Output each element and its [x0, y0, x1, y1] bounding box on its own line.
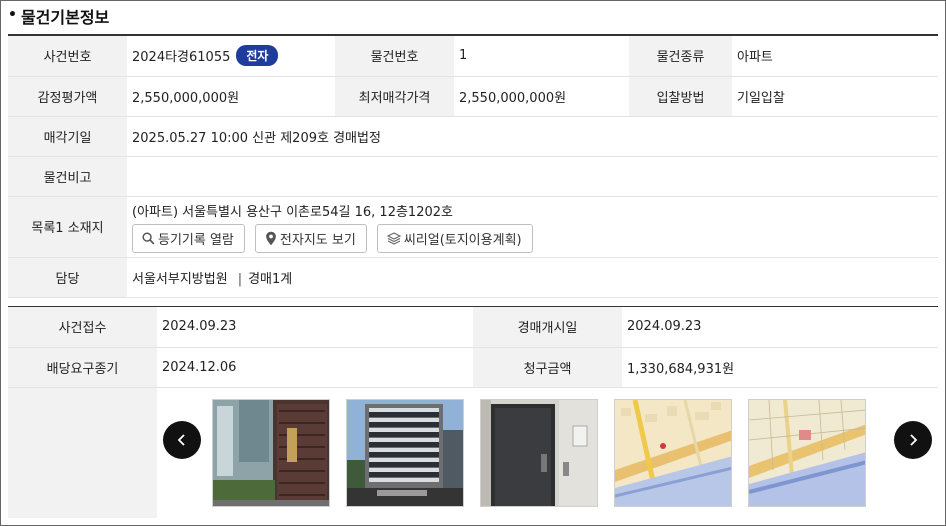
property-info-panel: • 물건기본정보 사건번호 2024타경61055 전자 물건번호 1 물건종류 … [0, 0, 946, 526]
table-row: 감정평가액 2,550,000,000원 최저매각가격 2,550,000,00… [8, 76, 938, 117]
appraisal-label: 감정평가액 [8, 76, 127, 117]
search-icon [142, 231, 155, 244]
photo-thumbnail-4[interactable] [614, 398, 732, 507]
remarks-label: 물건비고 [8, 156, 127, 197]
photo-cell [157, 387, 938, 518]
claim-amount-label: 청구금액 [473, 347, 622, 388]
min-price-label: 최저매각가격 [335, 76, 454, 117]
photo-thumbnail-3[interactable] [480, 398, 598, 507]
map-view-button[interactable]: 전자지도 보기 [254, 223, 367, 253]
location-map-photo [615, 399, 731, 506]
electronic-badge: 전자 [236, 45, 279, 67]
table-row: 매각기일 2025.05.27 10:00 신관 제209호 경매법정 [8, 116, 938, 157]
layers-icon [386, 231, 401, 245]
building-entrance-photo [213, 399, 329, 506]
chevron-right-icon [910, 433, 918, 446]
bid-method-value: 기일입찰 [732, 76, 938, 117]
land-use-plan-label: 씨리얼(토지이용계획) [403, 232, 522, 248]
bid-method-label: 입찰방법 [629, 76, 732, 117]
unit-door-photo [481, 399, 597, 506]
table-row: 사건번호 2024타경61055 전자 물건번호 1 물건종류 아파트 [8, 36, 938, 77]
land-use-plan-button[interactable]: 씨리얼(토지이용계획) [376, 223, 533, 253]
case-received-value: 2024.09.23 [157, 307, 473, 348]
registry-view-label: 등기기록 열람 [158, 232, 234, 248]
claim-amount-value: 1,330,684,931원 [622, 347, 938, 388]
case-number-label: 사건번호 [8, 36, 127, 77]
cadastral-map-photo [749, 399, 865, 506]
photo-thumbnail-2[interactable] [346, 398, 464, 507]
dividend-deadline-value: 2024.12.06 [157, 347, 473, 388]
appraisal-value: 2,550,000,000원 [127, 76, 335, 117]
carousel-prev-button[interactable] [163, 420, 201, 459]
map-pin-icon [266, 231, 276, 245]
manager-cell: 서울서부지방법원 | 경매1계 [127, 257, 938, 298]
location-label: 목록1 소재지 [8, 196, 127, 258]
table-row: 담당 서울서부지방법원 | 경매1계 [8, 257, 938, 298]
sale-date-label: 매각기일 [8, 116, 127, 157]
sale-date-value: 2025.05.27 10:00 신관 제209호 경매법정 [127, 116, 938, 157]
item-number-value: 1 [454, 36, 629, 77]
section-title-text: 물건기본정보 [20, 8, 110, 27]
table-row: 배당요구종기 2024.12.06 청구금액 1,330,684,931원 [8, 347, 938, 388]
map-view-label: 전자지도 보기 [279, 232, 356, 248]
location-address: (아파트) 서울특별시 용산구 이촌로54길 16, 12층1202호 [132, 204, 453, 220]
table-row [8, 387, 938, 518]
manager-separator: | [237, 271, 243, 287]
case-info-table: 사건접수 2024.09.23 경매개시일 2024.09.23 배당요구종기 … [8, 307, 938, 518]
photo-thumbnail-5[interactable] [748, 398, 866, 507]
registry-view-button[interactable]: 등기기록 열람 [132, 223, 245, 253]
item-type-value: 아파트 [732, 36, 938, 77]
case-number-cell: 2024타경61055 전자 [127, 36, 335, 77]
case-received-label: 사건접수 [8, 307, 157, 348]
location-cell: (아파트) 서울특별시 용산구 이촌로54길 16, 12층1202호 등기기록… [127, 196, 938, 258]
min-price-value: 2,550,000,000원 [454, 76, 629, 117]
apartment-exterior-photo [347, 399, 463, 506]
table-row: 물건비고 [8, 156, 938, 197]
division-name: 경매1계 [248, 271, 293, 287]
table-row: 사건접수 2024.09.23 경매개시일 2024.09.23 [8, 307, 938, 348]
dividend-deadline-label: 배당요구종기 [8, 347, 157, 388]
photo-carousel [157, 388, 938, 518]
photo-label-cell [8, 387, 157, 518]
title-bullet: • [8, 7, 17, 23]
court-name: 서울서부지방법원 [132, 271, 228, 287]
carousel-next-button[interactable] [894, 420, 932, 459]
basic-info-table: 사건번호 2024타경61055 전자 물건번호 1 물건종류 아파트 감정평가액… [8, 36, 938, 298]
auction-start-value: 2024.09.23 [622, 307, 938, 348]
case-number-value: 2024타경61055 [132, 50, 231, 66]
remarks-value [127, 156, 938, 197]
photo-thumbnail-1[interactable] [212, 398, 330, 507]
manager-label: 담당 [8, 257, 127, 298]
location-button-row: 등기기록 열람 전자지도 보기 씨리얼(토지이용계획) [132, 223, 938, 253]
item-type-label: 물건종류 [629, 36, 732, 77]
table-row: 목록1 소재지 (아파트) 서울특별시 용산구 이촌로54길 16, 12층12… [8, 196, 938, 258]
item-number-label: 물건번호 [335, 36, 454, 77]
section-title: • 물건기본정보 [8, 5, 109, 27]
auction-start-label: 경매개시일 [473, 307, 622, 348]
chevron-left-icon [177, 433, 185, 446]
